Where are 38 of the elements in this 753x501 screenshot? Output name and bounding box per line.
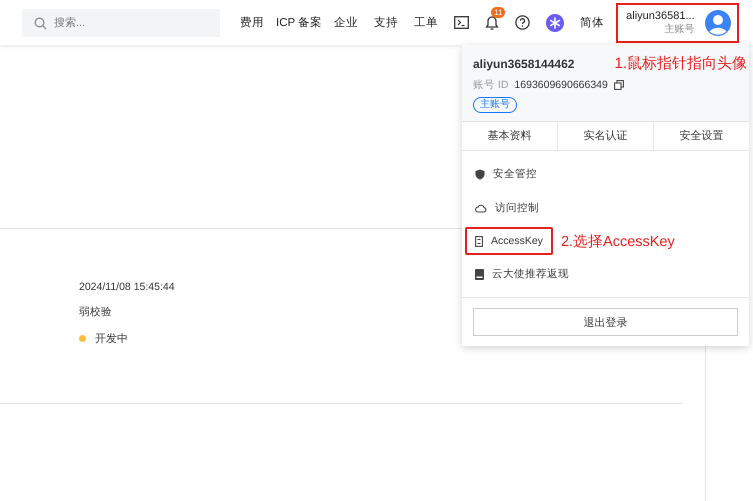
nav-link[interactable]: 企业 — [334, 15, 358, 30]
nav-link[interactable]: 工单 — [414, 15, 438, 30]
menu-item[interactable]: 安全管控 — [465, 159, 547, 189]
profile-tab[interactable]: 安全设置 — [653, 122, 749, 150]
record-time: 2024/11/08 15:45:44 — [79, 281, 175, 293]
verification-mode: 弱校验 — [79, 305, 112, 319]
profile-tab[interactable]: 基本资料 — [462, 122, 557, 150]
account-id: 1693609690666349 — [514, 79, 608, 91]
nav-link[interactable]: ICP 备案 — [276, 15, 322, 30]
status-dot — [79, 335, 86, 342]
menu-item[interactable]: AccessKey — [465, 227, 553, 255]
notification-badge: 11 — [491, 6, 506, 18]
terminal-icon[interactable] — [454, 16, 470, 29]
account-tag: 主账号 — [473, 97, 517, 113]
book-icon — [475, 268, 484, 280]
menu-item[interactable]: 云大使推荐返现 — [465, 259, 579, 289]
username: aliyun3658144462 — [473, 56, 574, 70]
account-role: 主账号 — [664, 22, 695, 36]
sparkle-icon[interactable] — [546, 14, 564, 32]
copy-icon[interactable] — [614, 80, 624, 90]
account-button[interactable]: aliyun36581... 主账号 — [616, 2, 739, 42]
help-icon[interactable] — [515, 15, 530, 30]
account-id-label: 账号 ID — [473, 78, 508, 92]
logout-button[interactable]: 退出登录 — [473, 308, 738, 336]
menu-item[interactable]: 访问控制 — [465, 193, 549, 223]
profile-tab[interactable]: 实名认证 — [557, 122, 653, 150]
annotation-text: 1.鼠标指针指向头像 — [614, 54, 747, 73]
shield-icon — [475, 168, 485, 180]
account-name: aliyun36581... — [626, 10, 695, 22]
nav-link[interactable]: 支持 — [374, 15, 398, 30]
search-field[interactable]: 搜索... — [22, 8, 220, 36]
status-label: 开发中 — [95, 332, 128, 346]
language-link[interactable]: 简体 — [580, 15, 604, 30]
cloud-icon — [475, 204, 487, 212]
annotation-text: 2.选择AccessKey — [560, 232, 675, 250]
nav-link[interactable]: 费用 — [240, 15, 264, 30]
avatar-icon — [704, 10, 731, 36]
bell-icon[interactable] — [485, 14, 500, 30]
